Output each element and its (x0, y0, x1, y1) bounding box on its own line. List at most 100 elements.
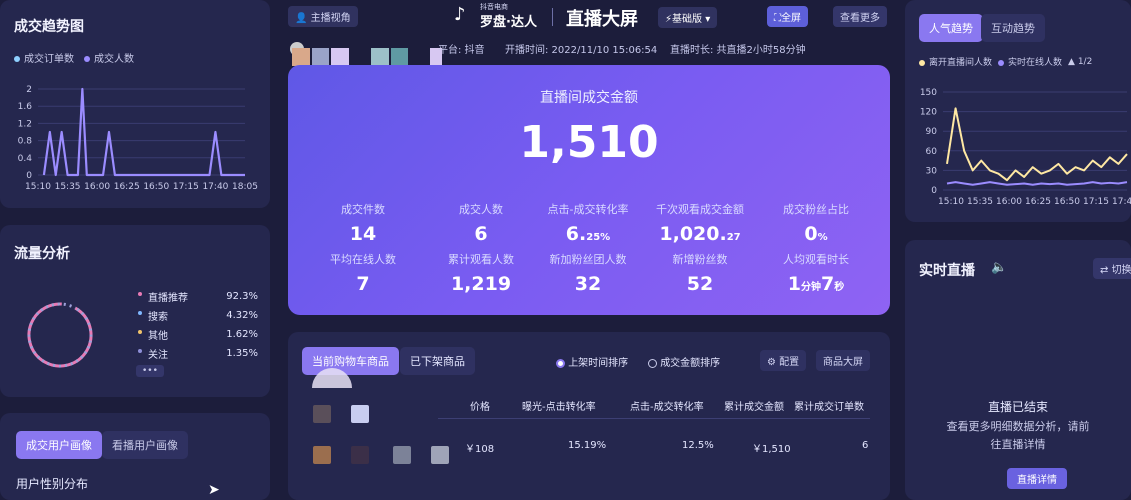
start-time-label: 开播时间: 2022/11/10 15:06:54 (505, 45, 658, 56)
traffic-item-value: 1.35% (226, 348, 258, 359)
x-tick-label: 15:10 (25, 182, 51, 192)
x-tick-label: 16:50 (143, 182, 169, 192)
product-thumb (393, 446, 411, 464)
gmv-stat: 成交人数 6 (421, 201, 541, 245)
hint-text-2: 往直播详情 (990, 438, 1046, 451)
x-tick-label: 16:50 (1054, 197, 1080, 207)
gmv-value: 1,510 (519, 117, 659, 168)
config-button[interactable]: ⚙ 配置 (760, 350, 807, 371)
col-click-deal-rate: 点击-成交转化率 (630, 402, 704, 413)
stat-label: 人均观看时长 (783, 253, 849, 266)
sort-by-amount[interactable]: 成交金额排序 (648, 354, 720, 369)
x-tick-label: 17:40 (1112, 197, 1131, 207)
anchor-view-tag[interactable]: 👤 主播视角 (288, 6, 358, 27)
y-tick-label: 90 (926, 127, 938, 137)
x-tick-label: 18:05 (232, 182, 258, 192)
popularity-panel: 人气趋势 互动趋势 离开直播间人数 实时在线人数 ▲ 1/2 0 30 60 90 12… (905, 0, 1131, 222)
legend-orders: 成交订单数 (14, 50, 74, 65)
y-tick-label: 1.6 (18, 102, 33, 112)
traffic-item-label: 关注 (148, 350, 168, 361)
traffic-item-label: 直播推荐 (148, 293, 188, 304)
live-detail-button[interactable]: 直播详情 (1007, 468, 1067, 489)
sort-by-listing-time[interactable]: 上架时间排序 (556, 354, 628, 369)
x-tick-label: 15:35 (55, 182, 81, 192)
gmv-stat: 新加粉丝团人数 32 (528, 251, 648, 295)
x-tick-label: 15:10 (938, 197, 964, 207)
speaker-icon[interactable]: 🔈 (991, 260, 1007, 275)
col-exposure-click-rate: 曝光-点击转化率 (522, 402, 596, 413)
tab-removed-goods[interactable]: 已下架商品 (400, 347, 475, 375)
x-tick-label: 16:25 (1025, 197, 1051, 207)
tab-deal-user-portrait[interactable]: 成交用户画像 (16, 431, 102, 459)
stat-label: 点击-成交转化率 (547, 203, 629, 216)
traffic-item-value: 4.32% (226, 310, 258, 321)
traffic-item: 其他 1.62% (138, 325, 258, 344)
gmv-stat: 新增粉丝数 52 (640, 251, 760, 295)
x-tick-label: 17:40 (202, 182, 228, 192)
traffic-item-value: 1.62% (226, 329, 258, 340)
series-line (946, 181, 1128, 186)
stat-value: 1,219 (450, 273, 512, 295)
gmv-stat: 累计观看人数 1,219 (421, 251, 541, 295)
triangle-left-icon: ▲ (1068, 56, 1075, 67)
col-total-amount: 累计成交金额 (724, 402, 784, 413)
version-dropdown[interactable]: ⚡基础版 ▾ (658, 7, 718, 28)
switch-icon: ⇄ (1100, 265, 1109, 276)
legend-leave: 离开直播间人数 (919, 55, 992, 68)
gmv-stat: 成交粉丝占比 0% (756, 201, 876, 245)
tab-viewer-portrait[interactable]: 看播用户画像 (102, 431, 188, 459)
realtime-panel: 实时直播 🔈 ⇄ 切换 直播已结束 查看更多明细数据分析，请前 往直播详情 直播… (905, 240, 1131, 500)
product-thumb (313, 446, 331, 464)
y-tick-label: 0.4 (18, 154, 33, 164)
y-tick-label: 2 (26, 85, 32, 95)
gmv-stat: 点击-成交转化率 6.25% (528, 201, 648, 245)
radio-checked-icon (556, 358, 565, 368)
realtime-title: 实时直播 (919, 263, 975, 279)
more-button[interactable]: ••• (136, 365, 164, 377)
switch-button[interactable]: ⇄ 切换 (1093, 258, 1131, 279)
tab-current-goods[interactable]: 当前购物车商品 (302, 347, 399, 375)
traffic-donut (27, 302, 93, 368)
col-price: 价格 (470, 402, 490, 413)
stat-value: 1分钟7秒 (787, 273, 845, 295)
hint-text-1: 查看更多明细数据分析，请前 (946, 420, 1090, 433)
goods-big-screen-button[interactable]: 商品大屏 (816, 350, 870, 371)
gmv-stat: 平均在线人数 7 (303, 251, 423, 295)
stat-label: 平均在线人数 (330, 253, 396, 266)
traffic-item-value: 92.3% (226, 291, 258, 302)
trend-chart: 0 0.4 0.8 1.2 1.6 2 15:10 15:35 16:00 16:25 16:50 1… (18, 85, 258, 192)
stat-label: 累计观看人数 (448, 253, 514, 266)
view-more-button[interactable]: 查看更多 (833, 6, 887, 27)
page-title: 直播大屏 (566, 9, 638, 30)
stat-label: 新加粉丝团人数 (549, 253, 627, 266)
tab-interaction-trend[interactable]: 互动趋势 (981, 14, 1045, 42)
series-line (42, 87, 245, 177)
radio-unchecked-icon (648, 358, 657, 368)
x-tick-label: 16:00 (84, 182, 110, 192)
cell-orders: 6 (862, 440, 869, 451)
cell-click-deal: 12.5% (682, 440, 714, 451)
popularity-legend: 离开直播间人数 实时在线人数 ▲ 1/2 (919, 55, 1092, 68)
fullscreen-button[interactable]: ⛶全屏 (767, 6, 808, 27)
stat-label: 成交粉丝占比 (783, 203, 849, 216)
stat-label: 成交件数 (341, 203, 385, 216)
stat-value: 6.25% (565, 223, 611, 245)
bolt-icon: ⚡ (665, 14, 673, 25)
x-tick-label: 17:15 (173, 182, 199, 192)
popularity-chart: 030609012015015:10 15:35 16:00 16:25 16:50 17… (920, 88, 1131, 207)
series-line (946, 107, 1128, 182)
trend-legend: 成交订单数 成交人数 (14, 50, 134, 65)
stat-value: 52 (686, 273, 714, 295)
stat-value: 32 (574, 273, 602, 295)
product-thumb (351, 405, 369, 423)
cell-amount: ￥1,510 (752, 444, 791, 455)
stat-value: 6 (474, 223, 488, 245)
trend-title: 成交趋势图 (14, 19, 84, 35)
stat-value: 0% (804, 223, 828, 245)
legend-page-indicator[interactable]: ▲ 1/2 (1068, 57, 1092, 67)
legend-online: 实时在线人数 (998, 55, 1062, 68)
x-tick-label: 16:00 (996, 197, 1022, 207)
stat-value: 7 (356, 273, 370, 295)
traffic-item: 直播推荐 92.3% (138, 287, 258, 306)
tab-popularity-trend[interactable]: 人气趋势 (919, 14, 983, 42)
